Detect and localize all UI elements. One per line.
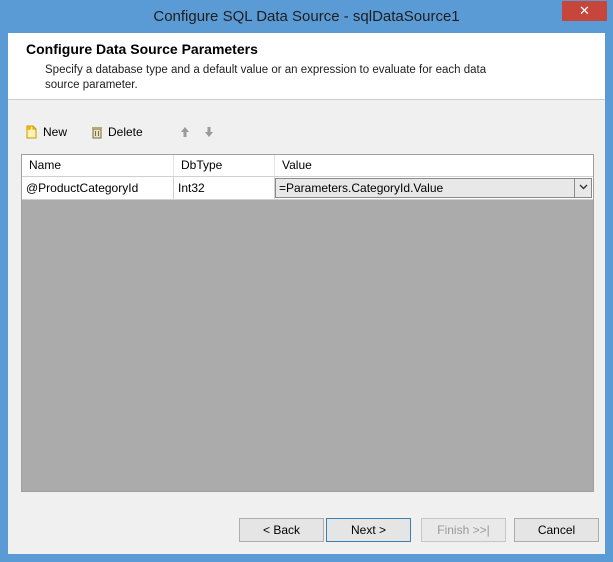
cancel-button[interactable]: Cancel bbox=[514, 518, 599, 542]
delete-label: Delete bbox=[108, 125, 143, 139]
next-button[interactable]: Next > bbox=[326, 518, 411, 542]
column-header-value[interactable]: Value bbox=[275, 155, 593, 176]
arrow-down-icon bbox=[202, 125, 216, 139]
new-button[interactable]: New bbox=[25, 121, 67, 143]
move-up-button[interactable] bbox=[178, 121, 192, 143]
new-document-icon bbox=[25, 125, 39, 139]
value-combobox[interactable]: =Parameters.CategoryId.Value bbox=[275, 178, 592, 198]
column-header-dbtype[interactable]: DbType bbox=[174, 155, 275, 176]
dialog-window: Configure SQL Data Source - sqlDataSourc… bbox=[0, 0, 613, 562]
title-bar[interactable]: Configure SQL Data Source - sqlDataSourc… bbox=[1, 1, 612, 33]
close-icon: ✕ bbox=[579, 3, 590, 18]
trash-icon bbox=[90, 125, 104, 139]
back-button[interactable]: < Back bbox=[239, 518, 324, 542]
grid-header: Name DbType Value bbox=[22, 155, 593, 177]
column-header-name[interactable]: Name bbox=[22, 155, 174, 176]
chevron-down-icon[interactable] bbox=[574, 179, 591, 197]
page-title: Configure Data Source Parameters bbox=[26, 41, 258, 57]
finish-button[interactable]: Finish >>| bbox=[421, 518, 506, 542]
window-title: Configure SQL Data Source - sqlDataSourc… bbox=[153, 8, 460, 25]
dialog-client: Configure Data Source Parameters Specify… bbox=[8, 33, 605, 554]
close-button[interactable]: ✕ bbox=[562, 1, 607, 21]
table-row[interactable]: @ProductCategoryId Int32 =Parameters.Cat… bbox=[22, 177, 593, 200]
page-description: Specify a database type and a default va… bbox=[45, 64, 487, 91]
value-text[interactable]: =Parameters.CategoryId.Value bbox=[279, 179, 443, 197]
parameters-grid[interactable]: Name DbType Value @ProductCategoryId Int… bbox=[21, 154, 594, 492]
wizard-header: Configure Data Source Parameters Specify… bbox=[8, 33, 605, 100]
cell-name[interactable]: @ProductCategoryId bbox=[22, 177, 174, 199]
move-down-button[interactable] bbox=[202, 121, 216, 143]
delete-button[interactable]: Delete bbox=[90, 121, 143, 143]
cell-dbtype[interactable]: Int32 bbox=[174, 177, 275, 199]
arrow-up-icon bbox=[178, 125, 192, 139]
new-label: New bbox=[43, 125, 68, 139]
